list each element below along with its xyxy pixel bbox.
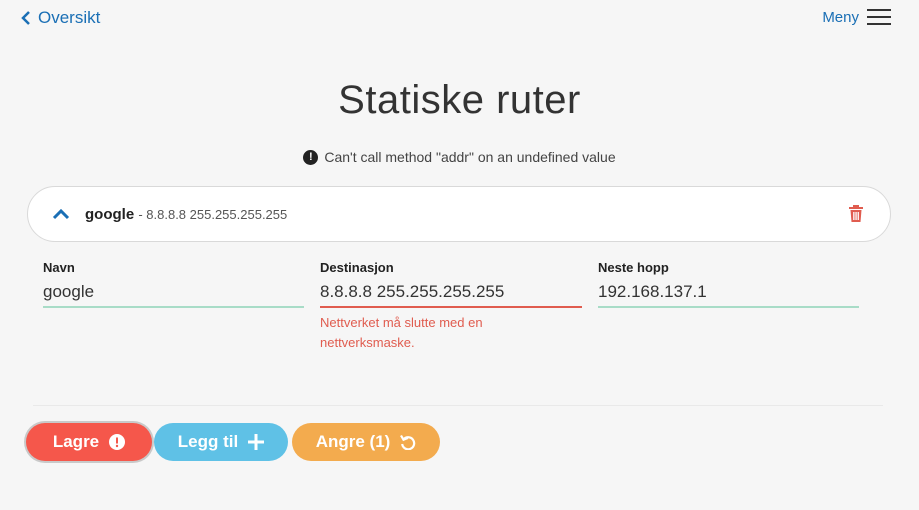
back-link[interactable]: Oversikt [20,8,100,28]
destination-input[interactable] [320,282,582,308]
top-bar: Oversikt Meny [0,0,919,40]
route-name: google [85,206,135,223]
destination-error: Nettverket må slutte med en nettverksmas… [320,315,483,350]
add-button[interactable]: Legg til [154,423,288,461]
trash-icon[interactable] [848,205,864,223]
destination-field: Destinasjon Nettverket må slutte med en … [320,260,582,353]
menu-button[interactable]: Meny [822,7,891,27]
plus-icon [248,434,265,450]
name-field: Navn [43,260,304,308]
error-text: Can't call method "addr" on an undefined… [324,149,616,165]
nexthop-label: Neste hopp [598,260,669,275]
destination-label: Destinasjon [320,260,394,275]
add-label: Legg til [177,432,239,451]
exclamation-circle-icon: ! [303,149,319,165]
undo-icon [400,434,416,450]
route-summary: - 8.8.8.8 255.255.255.255 [138,207,288,222]
back-label: Oversikt [38,8,101,27]
chevron-up-icon[interactable] [52,206,70,222]
name-label: Navn [43,260,75,275]
save-label: Lagre [52,432,100,451]
name-input[interactable] [43,282,304,308]
nexthop-input[interactable] [598,282,859,308]
undo-label: Angre (1) [315,432,391,451]
chevron-left-icon [21,11,30,25]
error-message: ! Can't call method "addr" on an undefin… [0,149,919,165]
undo-button[interactable]: Angre (1) [292,423,440,461]
menu-label: Meny [822,8,859,26]
nexthop-field: Neste hopp [598,260,859,308]
divider [33,405,883,406]
save-button[interactable]: Lagre [26,423,152,461]
hamburger-menu-icon [867,9,891,25]
page-title: Statiske ruter [338,78,581,122]
exclamation-circle-icon [109,434,126,450]
route-title: google - 8.8.8.8 255.255.255.255 [85,206,287,223]
route-card[interactable]: google - 8.8.8.8 255.255.255.255 [27,186,891,242]
